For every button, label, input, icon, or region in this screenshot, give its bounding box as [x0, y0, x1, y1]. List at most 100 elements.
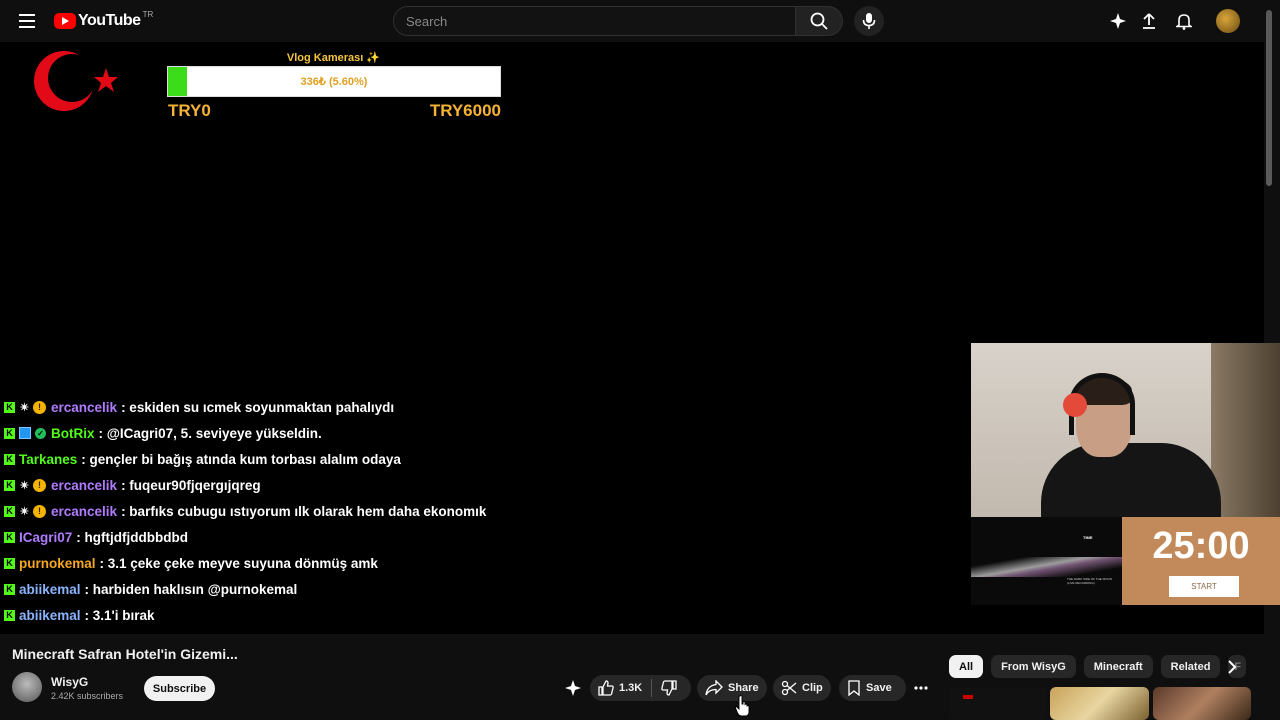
music-track-album: THE DARK SIDE OF THE MOON (LIVE RECORDIN… [1067, 577, 1112, 585]
music-player-overlay: TIME THE DARK SIDE OF THE MOON (LIVE REC… [971, 517, 1122, 605]
related-video-thumbnail[interactable] [949, 687, 1047, 720]
voice-search-button[interactable] [854, 6, 884, 36]
bell-icon [1176, 14, 1192, 30]
chat-message: K Tarkanes: gençler bi bağış atında kum t… [4, 446, 704, 472]
dislike-button[interactable] [652, 675, 690, 701]
filter-chip[interactable]: Minecraft [1083, 655, 1153, 678]
chat-message: K ICagri07: hgftjdfjddbbdbd [4, 524, 704, 550]
like-dislike-group: 1.3K [590, 675, 691, 701]
hamburger-menu-icon[interactable] [14, 9, 40, 33]
search-bar [393, 6, 843, 36]
prism-light-beam [971, 557, 1122, 577]
kick-badge-icon: K [4, 505, 15, 517]
star-badge-icon: ✴ [19, 401, 30, 414]
chevron-right-icon [1228, 660, 1237, 674]
coin-badge-icon: ! [33, 504, 46, 518]
headset-logo-icon [1063, 393, 1087, 417]
star-badge-icon: ✴ [19, 479, 30, 492]
hand-cursor-icon [735, 695, 750, 717]
thumbs-down-icon [660, 680, 677, 696]
thumbnail-logo [963, 695, 973, 699]
kick-badge-icon: K [4, 401, 15, 413]
like-count: 1.3K [619, 682, 643, 694]
video-title: Minecraft Safran Hotel'in Gizemi... [12, 646, 238, 662]
related-video-thumbnail[interactable] [1153, 687, 1251, 720]
sparkle-icon [1110, 13, 1126, 29]
chat-username: purnokemal [19, 555, 96, 571]
donation-goal-bar: 336₺ (5.60%) [167, 66, 501, 97]
chat-username: BotRix [51, 425, 95, 441]
ai-sparkle-button[interactable] [1106, 9, 1130, 33]
kick-badge-icon: K [4, 609, 15, 621]
timer-value: 25:00 [1152, 525, 1250, 567]
star-badge-icon: ✴ [19, 505, 30, 518]
subscribe-button[interactable]: Subscribe [144, 676, 215, 701]
share-arrow-icon [705, 680, 723, 696]
bot-badge-icon [19, 427, 31, 439]
chat-message: Kabiikemal: harbiden haklısın @purnokema… [4, 576, 704, 602]
chat-username: ercancelik [51, 399, 118, 415]
music-track-title: TIME [1083, 535, 1093, 540]
notifications-button[interactable] [1172, 9, 1196, 33]
chat-message-text: : 3.1'i bırak [84, 607, 155, 623]
save-button[interactable]: Save [839, 675, 906, 701]
more-horizontal-icon [913, 686, 928, 690]
coin-badge-icon: ! [33, 400, 46, 414]
chat-message-text: : hgftjdfjddbbdbd [76, 529, 188, 545]
youtube-play-icon [54, 13, 76, 29]
search-icon [810, 12, 828, 30]
filter-chip[interactable]: All [949, 655, 984, 678]
related-video-thumbnail[interactable] [1050, 687, 1149, 720]
save-label: Save [866, 682, 892, 694]
chat-username: ercancelik [51, 477, 118, 493]
webcam-feed [971, 343, 1280, 517]
chat-message: K ✓ BotRix: @ICagri07, 5. seviyeye yükseld… [4, 420, 704, 446]
ask-sparkle-icon[interactable] [563, 678, 583, 698]
donation-goal-min: TRY0 [168, 101, 211, 120]
chips-next-button[interactable] [1222, 657, 1242, 677]
page-scrollbar[interactable] [1266, 10, 1272, 186]
chat-username: abiikemal [19, 581, 81, 597]
microphone-icon [862, 13, 876, 29]
chat-message: K ✴! ercancelik: fuqeur90fjqergıjqreg [4, 472, 704, 498]
filter-chip[interactable]: From WisyG [991, 655, 1076, 678]
donation-goal-title: Vlog Kamerası ✨ [286, 52, 381, 64]
chat-message: Kpurnokemal: 3.1 çeke çeke meyve suyuna … [4, 550, 704, 576]
scissors-icon [781, 680, 797, 696]
masthead: YouTube TR [0, 0, 1280, 42]
kick-badge-icon: K [4, 453, 15, 465]
chat-message-text: : gençler bi bağış atında kum torbası al… [81, 451, 401, 467]
bookmark-icon [848, 680, 860, 696]
chat-username: ICagri07 [19, 529, 73, 545]
share-button[interactable]: Share [697, 675, 767, 701]
search-button[interactable] [796, 6, 843, 36]
upload-icon [1143, 13, 1155, 29]
kick-badge-icon: K [4, 427, 15, 439]
youtube-logo[interactable]: YouTube TR [54, 10, 153, 32]
donation-goal-max: TRY6000 [429, 101, 501, 120]
clip-button[interactable]: Clip [773, 675, 831, 701]
timer-start-button: START [1169, 576, 1239, 597]
account-avatar[interactable] [1216, 9, 1240, 33]
channel-avatar[interactable] [12, 672, 42, 702]
chat-message: K ✴! ercancelik: eskiden su ıcmek soyunmak… [4, 394, 704, 420]
chat-message-text: : fuqeur90fjqergıjqreg [121, 477, 261, 493]
chat-message: K ✴! ercancelik: barfıks cubugu ıstıyorum … [4, 498, 704, 524]
chat-message-text: : @ICagri07, 5. seviyeye yükseldin. [98, 425, 322, 441]
like-button[interactable]: 1.3K [590, 679, 652, 697]
more-actions-button[interactable] [910, 675, 936, 701]
chat-message-text: : barfıks cubugu ıstıyorum ılk olarak he… [121, 503, 487, 519]
coin-badge-icon: ! [33, 478, 46, 492]
kick-badge-icon: K [4, 557, 15, 569]
turkish-flag-crescent-icon [34, 51, 118, 111]
chat-message-text: : 3.1 çeke çeke meyve suyuna dönmüş amk [99, 555, 378, 571]
pomodoro-timer: 25:00 START [1122, 517, 1280, 605]
filter-chip[interactable]: Related [1160, 655, 1221, 678]
logo-region: TR [142, 9, 154, 19]
donation-goal-progress: 336₺ (5.60%) [300, 76, 368, 88]
search-input[interactable] [393, 6, 796, 36]
create-button[interactable] [1137, 9, 1161, 33]
channel-name[interactable]: WisyG [51, 675, 88, 689]
kick-badge-icon: K [4, 531, 15, 543]
logo-text: YouTube [78, 12, 141, 29]
